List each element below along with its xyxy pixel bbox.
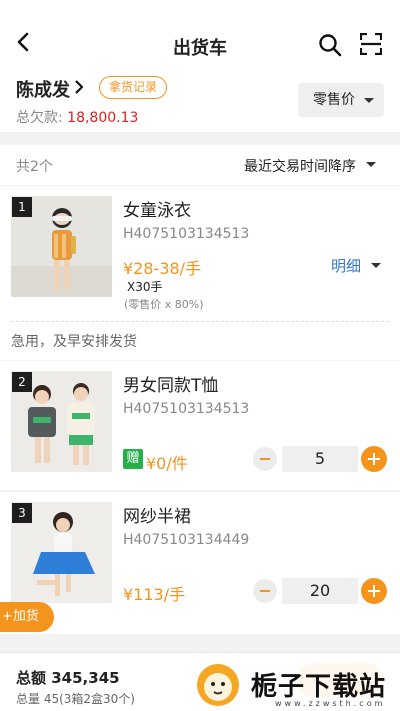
product-price: ¥28-38/手 xyxy=(123,259,202,278)
customer-panel: 陈成发 拿货记录 总欠款: 18,800.13 零售价 xyxy=(0,62,400,132)
price-note: (零售价 x 80%) xyxy=(124,298,204,311)
quantity-input[interactable]: 5 xyxy=(282,446,358,472)
scan-icon[interactable] xyxy=(360,33,382,55)
caret-down-icon xyxy=(364,98,374,103)
watermark-text: 栀子下载站 xyxy=(251,672,387,702)
product-sku: H4075103134449 xyxy=(123,532,250,548)
gift-badge: 赠 xyxy=(123,449,143,469)
sort-dropdown[interactable]: 最近交易时间降序 xyxy=(244,156,356,176)
total-debt-label: 总欠款: xyxy=(16,110,63,126)
detail-button[interactable]: 明细 xyxy=(331,255,361,276)
list-item[interactable]: 1 女童泳衣 H4075103134513 ¥28-38/手 X30手 (零售价… xyxy=(0,186,400,360)
item-index: 2 xyxy=(12,372,32,392)
watermark-url: www.zzwsth.com xyxy=(275,699,386,708)
caret-down-icon[interactable] xyxy=(371,263,381,268)
watermark: 栀子下载站 www.zzwsth.com xyxy=(193,656,400,711)
divider xyxy=(11,321,389,322)
add-goods-button[interactable]: +加货 xyxy=(0,602,54,632)
total-debt-value: 18,800.13 xyxy=(67,110,139,126)
chevron-right-icon[interactable] xyxy=(73,79,85,95)
item-count: 共2个 xyxy=(16,159,53,175)
nav-bar: 出货车 xyxy=(0,0,400,62)
list-item[interactable]: 3 网纱半裙 H4075103134449 ¥113/手 20 xyxy=(0,492,400,634)
item-index: 1 xyxy=(12,197,32,217)
product-price: ¥0/件 xyxy=(146,454,188,473)
item-index: 3 xyxy=(12,503,32,523)
product-sku: H4075103134513 xyxy=(123,226,250,242)
search-icon[interactable] xyxy=(318,33,342,57)
purchase-record-button[interactable]: 拿货记录 xyxy=(99,76,168,99)
customer-name[interactable]: 陈成发 xyxy=(16,76,70,102)
quantity-input[interactable]: 20 xyxy=(282,578,358,604)
increase-quantity-button[interactable] xyxy=(361,578,387,604)
total-amount-value: 345,345 xyxy=(51,669,120,687)
product-price: ¥113/手 xyxy=(123,585,186,604)
product-sku: H4075103134513 xyxy=(123,401,250,417)
total-debt: 总欠款: 18,800.13 xyxy=(16,107,138,127)
total-quantity: 总量 45(3箱2盒30个) xyxy=(16,692,135,706)
list-header: 共2个 最近交易时间降序 xyxy=(0,145,400,185)
caret-down-icon[interactable] xyxy=(366,162,376,167)
lion-logo-icon xyxy=(197,664,239,706)
product-name: 男女同款T恤 xyxy=(123,376,219,396)
product-name: 网纱半裙 xyxy=(123,507,191,527)
decrease-quantity-button[interactable] xyxy=(253,579,277,603)
increase-quantity-button[interactable] xyxy=(361,446,387,472)
product-quantity: X30手 xyxy=(127,280,163,294)
total-amount: 总额 345,345 xyxy=(16,667,120,688)
item-remark: 急用，及早安排发货 xyxy=(11,334,137,350)
price-type-dropdown[interactable]: 零售价 xyxy=(298,83,384,117)
price-type-label: 零售价 xyxy=(313,92,355,108)
product-name: 女童泳衣 xyxy=(123,201,191,221)
list-item[interactable]: 2 男女同款T恤 H4075103134513 赠 ¥0/件 5 xyxy=(0,361,400,490)
total-amount-label: 总额 xyxy=(16,669,47,687)
decrease-quantity-button[interactable] xyxy=(253,447,277,471)
